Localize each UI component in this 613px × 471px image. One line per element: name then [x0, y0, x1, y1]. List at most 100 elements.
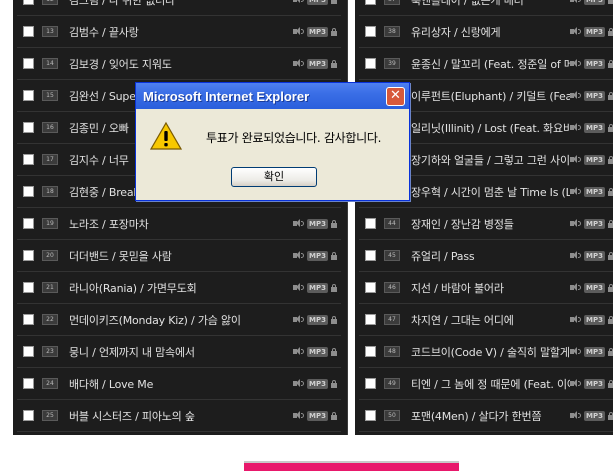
mp3-badge[interactable]: MP3: [584, 186, 605, 197]
song-checkbox[interactable]: [23, 410, 34, 421]
mp3-badge[interactable]: MP3: [584, 90, 605, 101]
lock-icon: [331, 59, 337, 68]
speaker-icon[interactable]: [293, 411, 305, 420]
speaker-icon[interactable]: [570, 91, 582, 100]
speaker-icon[interactable]: [293, 347, 305, 356]
song-number: 38: [384, 26, 400, 37]
song-checkbox[interactable]: [23, 90, 34, 101]
lock-icon: [331, 219, 337, 228]
mp3-badge[interactable]: MP3: [584, 58, 605, 69]
mp3-badge[interactable]: MP3: [307, 26, 328, 37]
speaker-icon[interactable]: [293, 283, 305, 292]
mp3-badge[interactable]: MP3: [584, 378, 605, 389]
speaker-icon[interactable]: [570, 411, 582, 420]
mp3-badge[interactable]: MP3: [584, 122, 605, 133]
mp3-badge[interactable]: MP3: [584, 282, 605, 293]
song-checkbox[interactable]: [23, 282, 34, 293]
speaker-icon[interactable]: [293, 59, 305, 68]
song-checkbox[interactable]: [365, 314, 376, 325]
mp3-badge[interactable]: MP3: [584, 314, 605, 325]
song-row: 12 김그림 / 나 위한 없더라 MP3: [17, 0, 341, 16]
lock-icon: [608, 91, 613, 100]
mp3-badge[interactable]: MP3: [307, 282, 328, 293]
song-actions: MP3: [570, 58, 613, 69]
song-checkbox[interactable]: [365, 282, 376, 293]
mp3-badge[interactable]: MP3: [584, 0, 605, 5]
mp3-badge[interactable]: MP3: [584, 218, 605, 229]
song-checkbox[interactable]: [23, 346, 34, 357]
ok-button[interactable]: 확인: [231, 167, 317, 187]
mp3-badge[interactable]: MP3: [584, 26, 605, 37]
mp3-badge[interactable]: MP3: [307, 218, 328, 229]
song-number: 24: [42, 378, 58, 389]
mp3-badge[interactable]: MP3: [307, 58, 328, 69]
mp3-badge[interactable]: MP3: [307, 250, 328, 261]
speaker-icon[interactable]: [293, 219, 305, 228]
song-checkbox[interactable]: [23, 122, 34, 133]
mp3-badge[interactable]: MP3: [584, 154, 605, 165]
mp3-badge[interactable]: MP3: [307, 346, 328, 357]
song-checkbox[interactable]: [23, 314, 34, 325]
song-checkbox[interactable]: [23, 186, 34, 197]
song-title: 유리상자 / 신랑에게: [411, 25, 501, 39]
speaker-icon[interactable]: [570, 251, 582, 260]
speaker-icon[interactable]: [570, 27, 582, 36]
song-checkbox[interactable]: [23, 58, 34, 69]
song-checkbox[interactable]: [365, 58, 376, 69]
mp3-badge[interactable]: MP3: [307, 0, 328, 5]
speaker-icon[interactable]: [570, 59, 582, 68]
speaker-icon[interactable]: [570, 187, 582, 196]
speaker-icon[interactable]: [570, 123, 582, 132]
mp3-badge[interactable]: MP3: [307, 314, 328, 325]
song-checkbox[interactable]: [23, 0, 34, 5]
song-checkbox[interactable]: [365, 410, 376, 421]
speaker-icon[interactable]: [570, 155, 582, 164]
song-row: 37 룩앤플레이 / 없는게 매너 MP3: [359, 0, 613, 16]
mp3-badge[interactable]: MP3: [584, 250, 605, 261]
song-number: 50: [384, 410, 400, 421]
song-checkbox[interactable]: [365, 218, 376, 229]
close-icon[interactable]: ✕: [386, 86, 405, 106]
song-checkbox[interactable]: [23, 218, 34, 229]
song-checkbox[interactable]: [365, 378, 376, 389]
song-checkbox[interactable]: [23, 250, 34, 261]
song-actions: MP3: [293, 346, 337, 357]
song-title: 더더밴드 / 못믿을 사람: [69, 249, 172, 263]
song-checkbox[interactable]: [365, 0, 376, 5]
vote-submit-button[interactable]: [244, 461, 459, 471]
song-checkbox[interactable]: [23, 26, 34, 37]
lock-icon: [608, 315, 613, 324]
lock-icon: [331, 251, 337, 260]
song-row: 20 더더밴드 / 못믿을 사람 MP3: [17, 240, 341, 272]
lock-icon: [608, 155, 613, 164]
song-actions: MP3: [293, 410, 337, 421]
song-title: 코드브이(Code V) / 술직히 말할게: [411, 345, 570, 359]
song-row: 48 코드브이(Code V) / 술직히 말할게 MP3: [359, 336, 613, 368]
speaker-icon[interactable]: [293, 27, 305, 36]
song-checkbox[interactable]: [365, 26, 376, 37]
speaker-icon[interactable]: [570, 219, 582, 228]
mp3-badge[interactable]: MP3: [584, 346, 605, 357]
song-number: 22: [42, 314, 58, 325]
speaker-icon[interactable]: [570, 315, 582, 324]
song-checkbox[interactable]: [365, 250, 376, 261]
mp3-badge[interactable]: MP3: [307, 410, 328, 421]
speaker-icon[interactable]: [293, 0, 305, 4]
lock-icon: [608, 251, 613, 260]
song-checkbox[interactable]: [365, 346, 376, 357]
speaker-icon[interactable]: [293, 315, 305, 324]
mp3-badge[interactable]: MP3: [307, 378, 328, 389]
speaker-icon[interactable]: [293, 251, 305, 260]
mp3-badge[interactable]: MP3: [584, 410, 605, 421]
song-checkbox[interactable]: [23, 378, 34, 389]
song-title: 먼데이키즈(Monday Kiz) / 가슴 앓이: [69, 313, 241, 327]
song-checkbox[interactable]: [23, 154, 34, 165]
speaker-icon[interactable]: [293, 379, 305, 388]
speaker-icon[interactable]: [570, 0, 582, 4]
song-row: 50 포맨(4Men) / 살다가 한번쯤 MP3: [359, 400, 613, 432]
speaker-icon[interactable]: [570, 379, 582, 388]
dialog-titlebar[interactable]: Microsoft Internet Explorer ✕: [136, 83, 409, 109]
speaker-icon[interactable]: [570, 283, 582, 292]
song-title: 김범수 / 끝사랑: [69, 25, 139, 39]
speaker-icon[interactable]: [570, 347, 582, 356]
